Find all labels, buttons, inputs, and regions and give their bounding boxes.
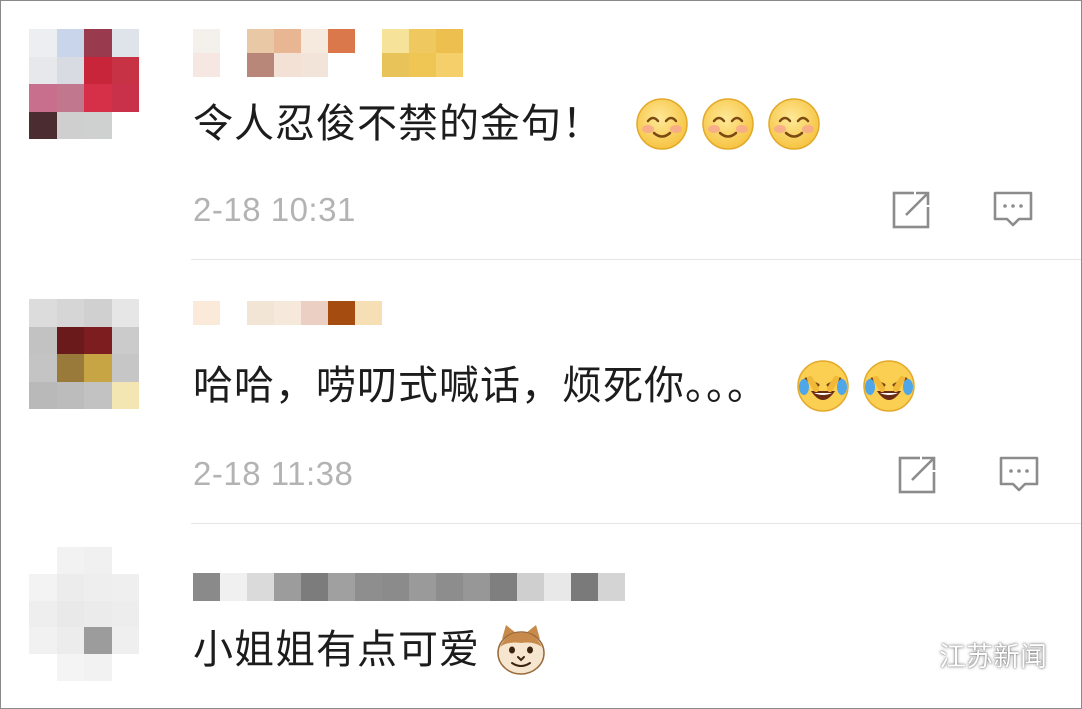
comment-text: 哈哈，唠叨式喊话，烦死你。。。 bbox=[193, 359, 916, 413]
source-watermark: 江苏新闻 bbox=[889, 634, 1047, 674]
divider bbox=[191, 523, 1081, 524]
comment-text: 小姐姐有点可爱 bbox=[193, 623, 548, 677]
share-icon[interactable] bbox=[896, 452, 940, 496]
laugh-cry-emoji bbox=[796, 359, 850, 413]
comment-timestamp: 2-18 11:38 bbox=[193, 455, 354, 492]
smile-emoji bbox=[635, 97, 689, 151]
avatar[interactable] bbox=[29, 29, 139, 139]
smile-emoji bbox=[767, 97, 821, 151]
comment-timestamp: 2-18 10:31 bbox=[193, 191, 356, 228]
comment-text: 令人忍俊不禁的金句！ bbox=[193, 97, 821, 151]
smile-emoji bbox=[701, 97, 755, 151]
wechat-icon bbox=[890, 637, 932, 670]
comment-icon[interactable] bbox=[991, 187, 1035, 231]
comment-list: 令人忍俊不禁的金句！ 2-18 10:31 哈哈，唠叨式喊话，烦死你。。。 2-… bbox=[0, 0, 1082, 709]
username-blurred[interactable] bbox=[193, 29, 463, 77]
comment-body: 令人忍俊不禁的金句！ bbox=[193, 101, 603, 147]
avatar[interactable] bbox=[29, 547, 139, 681]
comment-icon[interactable] bbox=[997, 452, 1041, 496]
comment-body: 哈哈，唠叨式喊话，烦死你。。。 bbox=[193, 363, 768, 409]
comment-body: 小姐姐有点可爱 bbox=[193, 627, 480, 673]
watermark-text: 江苏新闻 bbox=[939, 641, 1047, 673]
cat-emoji bbox=[494, 623, 548, 677]
username-blurred[interactable] bbox=[193, 573, 625, 601]
avatar[interactable] bbox=[29, 299, 139, 409]
share-icon[interactable] bbox=[890, 187, 934, 231]
laugh-cry-emoji bbox=[862, 359, 916, 413]
username-blurred[interactable] bbox=[193, 301, 382, 349]
divider bbox=[191, 259, 1081, 260]
